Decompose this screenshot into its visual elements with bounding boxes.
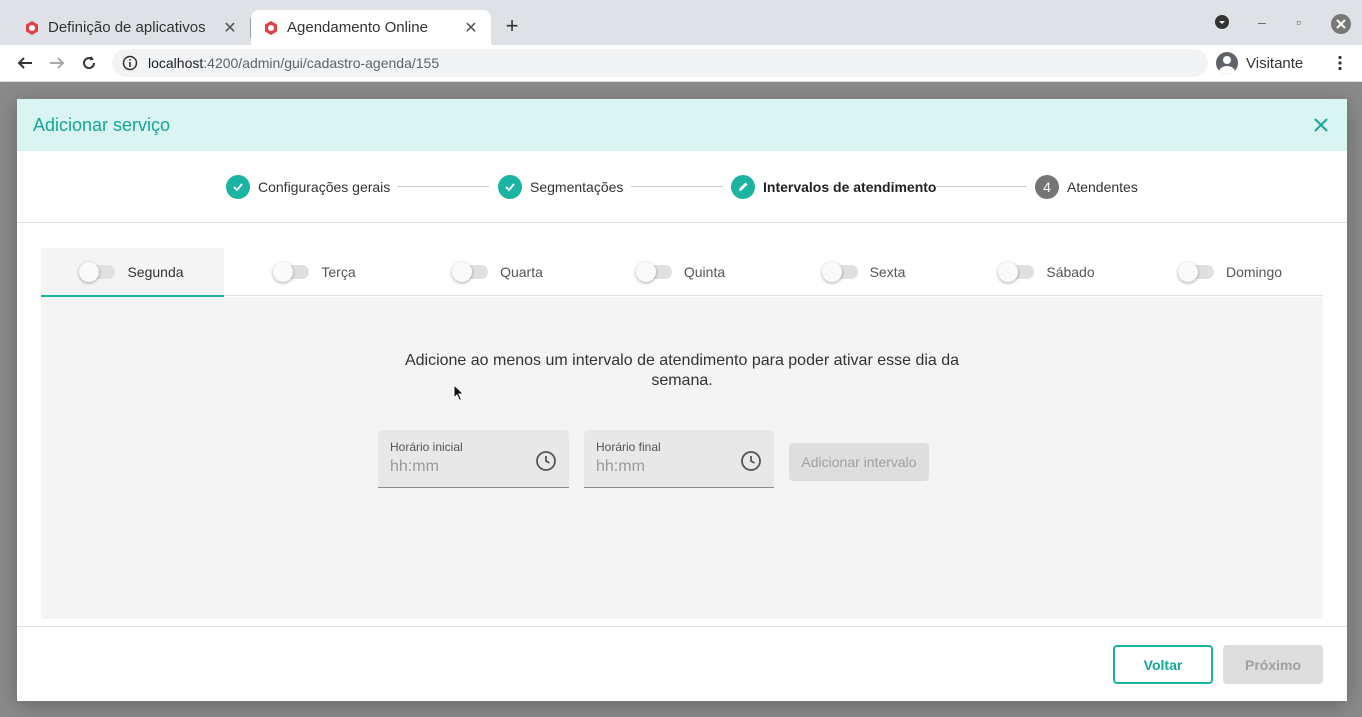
weekday-tabs: Segunda Terça Quarta Quinta Sexta Sábado…	[41, 248, 1323, 297]
maximize-icon[interactable]: ▫	[1296, 14, 1301, 30]
start-time-input[interactable]: hh:mm	[390, 458, 557, 476]
check-icon	[226, 175, 250, 199]
day-toggle[interactable]	[452, 262, 489, 282]
day-toggle[interactable]	[998, 262, 1035, 282]
add-service-dialog: Adicionar serviço Configurações gerais S…	[17, 99, 1347, 701]
end-time-input[interactable]: hh:mm	[596, 458, 762, 476]
new-tab-button[interactable]: +	[500, 14, 524, 38]
step-atendentes[interactable]: 4 Atendentes	[1035, 175, 1138, 199]
avatar-icon	[1216, 52, 1238, 74]
tab-label: Segunda	[127, 264, 184, 280]
add-interval-button[interactable]: Adicionar intervalo	[789, 443, 929, 481]
day-toggle[interactable]	[635, 262, 672, 282]
tab-label: Quinta	[683, 264, 726, 280]
clock-icon[interactable]	[740, 450, 762, 472]
dialog-title: Adicionar serviço	[33, 114, 171, 135]
step-label: Intervalos de atendimento	[763, 179, 937, 195]
step-connector	[935, 186, 1027, 187]
tab-title: Agendamento Online	[287, 19, 428, 36]
forward-arrow-icon[interactable]	[45, 51, 69, 75]
step-label: Atendentes	[1067, 179, 1138, 195]
tab-terca[interactable]: Terça	[224, 248, 407, 296]
step-number: 4	[1035, 175, 1059, 199]
dialog-header: Adicionar serviço	[17, 99, 1347, 151]
back-button[interactable]: Voltar	[1113, 645, 1213, 684]
tab-quinta[interactable]: Quinta	[590, 248, 773, 296]
tab-sabado[interactable]: Sábado	[956, 248, 1139, 296]
step-intervalos-de-atendimento[interactable]: Intervalos de atendimento	[731, 175, 936, 199]
day-toggle[interactable]	[821, 262, 858, 282]
close-tab-icon[interactable]: ✕	[463, 18, 479, 38]
start-time-field[interactable]: Horário inicial hh:mm	[378, 430, 569, 488]
field-label: Horário final	[596, 440, 661, 454]
next-button[interactable]: Próximo	[1223, 645, 1323, 684]
tab-label: Sexta	[869, 264, 906, 280]
check-icon	[498, 175, 522, 199]
dialog-footer: Voltar Próximo	[17, 626, 1347, 701]
browser-nav-bar: localhost:4200/admin/gui/cadastro-agenda…	[0, 45, 1362, 82]
close-window-icon[interactable]	[1330, 13, 1352, 38]
tab-label: Quarta	[500, 264, 543, 280]
tab-search-icon[interactable]	[1214, 14, 1230, 33]
reload-icon[interactable]	[77, 51, 101, 75]
end-time-field[interactable]: Horário final hh:mm	[584, 430, 774, 488]
day-toggle[interactable]	[273, 262, 310, 282]
url-path: :4200/admin/gui/cadastro-agenda/155	[203, 55, 440, 71]
close-tab-icon[interactable]: ✕	[222, 18, 238, 38]
interval-panel: Adicione ao menos um intervalo de atendi…	[41, 297, 1323, 619]
info-icon[interactable]	[122, 55, 138, 71]
menu-dots-icon[interactable]	[1328, 51, 1352, 75]
step-segmentacoes[interactable]: Segmentações	[498, 175, 623, 199]
info-message: Adicione ao menos um intervalo de atendi…	[404, 352, 960, 389]
step-configuracoes-gerais[interactable]: Configurações gerais	[226, 175, 390, 199]
step-connector	[631, 186, 723, 187]
field-label: Horário inicial	[390, 440, 463, 454]
minimize-icon[interactable]: –	[1258, 14, 1266, 30]
day-toggle[interactable]	[79, 262, 116, 282]
day-toggle[interactable]	[1177, 262, 1214, 282]
pencil-icon	[731, 175, 755, 199]
close-icon[interactable]	[1311, 115, 1331, 135]
mouse-cursor-icon	[453, 383, 465, 402]
tab-quarta[interactable]: Quarta	[407, 248, 590, 296]
profile-button[interactable]: Visitante	[1216, 49, 1303, 77]
address-bar[interactable]: localhost:4200/admin/gui/cadastro-agenda…	[112, 49, 1208, 77]
tab-label: Domingo	[1225, 264, 1283, 280]
stepper: Configurações gerais Segmentações Interv…	[17, 151, 1347, 223]
clock-icon[interactable]	[535, 450, 557, 472]
tab-sexta[interactable]: Sexta	[773, 248, 956, 296]
app-favicon-icon	[263, 20, 279, 36]
tab-segunda[interactable]: Segunda	[41, 248, 224, 297]
tab-domingo[interactable]: Domingo	[1139, 248, 1323, 296]
step-label: Configurações gerais	[258, 179, 391, 195]
browser-tab-bar: Definição de aplicativos ✕ Agendamento O…	[0, 0, 1362, 45]
url-host: localhost	[148, 55, 204, 71]
tab-label: Sábado	[1046, 264, 1095, 280]
step-connector	[397, 186, 489, 187]
step-label: Segmentações	[530, 179, 624, 195]
browser-tab-agendamento[interactable]: Agendamento Online ✕	[251, 10, 491, 45]
profile-name: Visitante	[1246, 54, 1304, 72]
back-arrow-icon[interactable]	[13, 51, 37, 75]
app-favicon-icon	[24, 20, 40, 36]
tab-title: Definição de aplicativos	[48, 19, 206, 36]
browser-tab-definicao[interactable]: Definição de aplicativos ✕	[12, 10, 250, 45]
tab-label: Terça	[321, 264, 356, 280]
